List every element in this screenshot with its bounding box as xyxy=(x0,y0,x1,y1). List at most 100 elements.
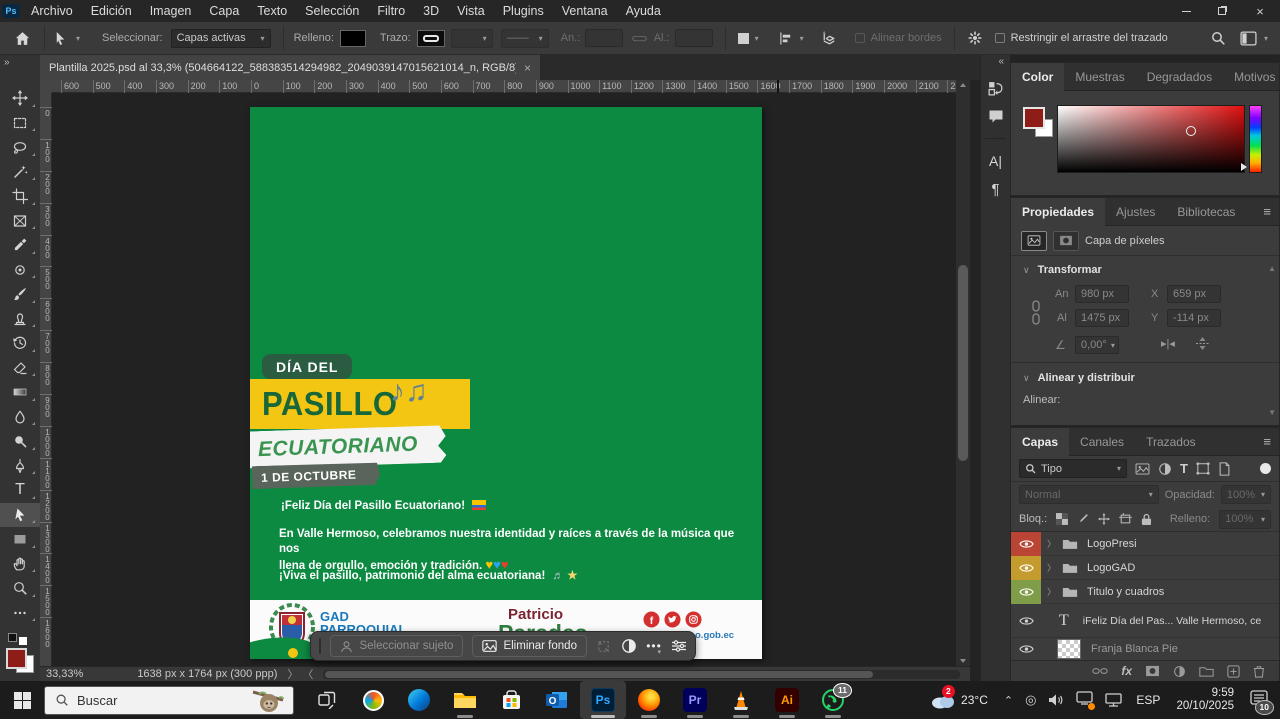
more-options-icon[interactable]: ••• ▾ xyxy=(646,639,662,653)
new-layer-icon[interactable] xyxy=(1227,665,1240,678)
tool-frame[interactable] xyxy=(0,209,40,234)
link-layers-icon[interactable] xyxy=(1092,666,1108,676)
panel-tab[interactable]: Ajustes xyxy=(1105,198,1166,226)
whatsapp-icon[interactable]: 11 xyxy=(810,681,856,719)
adjustments-icon[interactable] xyxy=(621,638,637,654)
fill-dropdown[interactable]: 100%▾ xyxy=(1219,510,1271,529)
menu-item[interactable]: Archivo xyxy=(22,4,82,18)
layer-row[interactable]: T iFeliz Día del Pas... Valle Hermoso, c… xyxy=(1011,604,1279,638)
dock-collapse-icon[interactable]: « xyxy=(981,55,1010,68)
document-tab[interactable]: Plantilla 2025.psd al 33,3% (504664122_5… xyxy=(40,55,540,80)
select-subject-button[interactable]: Seleccionar sujeto xyxy=(330,635,463,657)
tool-brush[interactable] xyxy=(0,282,40,307)
stroke-width-dropdown[interactable]: ▾ xyxy=(451,29,493,48)
tool-history-brush[interactable] xyxy=(0,331,40,356)
menu-item[interactable]: Selección xyxy=(296,4,368,18)
workspace-switcher-icon[interactable]: ▾ xyxy=(1240,31,1268,46)
link-dimensions-icon[interactable]: ⊂⊃ xyxy=(631,32,645,45)
outlook-icon[interactable]: O xyxy=(534,681,580,719)
layer-row[interactable]: 〉 Titulo y cuadros xyxy=(1011,580,1279,604)
transform-y-field[interactable]: -114 px xyxy=(1167,309,1221,327)
tool-zoom[interactable] xyxy=(0,576,40,601)
layer-visibility[interactable] xyxy=(1011,638,1041,660)
network-icon[interactable] xyxy=(1105,693,1122,707)
remove-background-button[interactable]: Eliminar fondo xyxy=(472,635,587,657)
drag-handle[interactable] xyxy=(319,638,321,654)
toolbar-collapse-icon[interactable]: » xyxy=(4,57,10,68)
layer-row[interactable]: 〉 LogoPresi xyxy=(1011,532,1279,556)
menu-item[interactable]: 3D xyxy=(414,4,448,18)
tool-spot-healing[interactable] xyxy=(0,258,40,283)
panel-tab[interactable]: Degradados xyxy=(1136,63,1223,91)
menu-item[interactable]: Vista xyxy=(448,4,494,18)
illustrator-icon[interactable]: Ai xyxy=(764,681,810,719)
panel-tab[interactable]: Canales xyxy=(1069,428,1135,456)
constrain-path-option[interactable]: Restringir el arrastre del trazado xyxy=(995,32,1168,44)
layer-filter-dropdown[interactable]: Tipo ▾ xyxy=(1019,459,1127,478)
horizontal-scrollbar[interactable] xyxy=(323,670,960,679)
gear-icon[interactable] xyxy=(967,30,983,46)
tool-eraser[interactable] xyxy=(0,356,40,381)
filter-adjustment-icon[interactable] xyxy=(1158,462,1172,476)
character-panel-icon[interactable]: A| xyxy=(981,147,1010,175)
tool-type[interactable]: T xyxy=(0,478,40,503)
filter-shape-icon[interactable] xyxy=(1196,462,1210,475)
horizontal-scroll-thumb[interactable] xyxy=(325,671,873,678)
tool-path-selection[interactable] xyxy=(0,503,40,528)
task-view-button[interactable] xyxy=(304,681,350,719)
zoom-level[interactable]: 33,33% xyxy=(46,668,83,680)
scroll-down-arrow[interactable] xyxy=(960,659,966,663)
menu-item[interactable]: Ventana xyxy=(553,4,617,18)
align-edges-option[interactable]: Alinear bordes xyxy=(855,32,942,44)
restore-button[interactable] xyxy=(1204,0,1240,22)
select-mode-dropdown[interactable]: Capas activas▾ xyxy=(171,29,271,48)
tool-preset-move[interactable]: ▾ xyxy=(45,31,88,46)
tool-blur[interactable] xyxy=(0,405,40,430)
group-expand-arrow[interactable]: 〉 xyxy=(1047,561,1056,574)
tool-rectangle[interactable] xyxy=(0,527,40,552)
filter-toggle[interactable] xyxy=(1260,463,1271,474)
tool-gradient[interactable] xyxy=(0,380,40,405)
tool-hand[interactable] xyxy=(0,552,40,577)
premiere-icon[interactable]: Pr xyxy=(672,681,718,719)
width-field[interactable] xyxy=(585,29,623,47)
tool-more-options[interactable] xyxy=(0,601,40,626)
scroll-up-arrow[interactable] xyxy=(960,83,966,87)
home-icon[interactable] xyxy=(0,30,44,47)
align-section-header[interactable]: ∨ Alinear y distribuir xyxy=(1023,372,1267,384)
pixel-layer-icon[interactable] xyxy=(1021,231,1047,251)
tab-close-icon[interactable]: × xyxy=(524,61,531,75)
layer-row[interactable]: Franja Blanca Pie xyxy=(1011,638,1279,660)
hue-slider[interactable] xyxy=(1249,105,1262,173)
group-expand-arrow[interactable]: 〉 xyxy=(1047,585,1056,598)
microsoft-store-icon[interactable] xyxy=(488,681,534,719)
foreground-swatch[interactable] xyxy=(1023,107,1045,129)
lock-all-icon[interactable] xyxy=(1141,513,1152,526)
flip-horizontal-icon[interactable]: ▸|◂ xyxy=(1161,337,1175,350)
menu-item[interactable]: Plugins xyxy=(494,4,553,18)
tool-clone-stamp[interactable] xyxy=(0,307,40,332)
menu-item[interactable]: Edición xyxy=(82,4,141,18)
flip-vertical-icon[interactable] xyxy=(1195,337,1210,350)
file-explorer-icon[interactable] xyxy=(442,681,488,719)
vlc-icon[interactable] xyxy=(718,681,764,719)
delete-layer-icon[interactable] xyxy=(1253,665,1265,678)
search-icon[interactable] xyxy=(1210,30,1226,46)
path-arrangement-icon[interactable] xyxy=(820,30,837,47)
panel-menu-icon[interactable]: ≡ xyxy=(1255,428,1279,455)
new-group-icon[interactable] xyxy=(1199,666,1214,677)
tool-dodge[interactable] xyxy=(0,429,40,454)
lock-transparent-icon[interactable] xyxy=(1056,513,1068,525)
layer-visibility[interactable] xyxy=(1011,604,1041,638)
lock-artboard-icon[interactable] xyxy=(1119,513,1132,525)
menu-item[interactable]: Texto xyxy=(248,4,296,18)
blend-mode-dropdown[interactable]: Normal▾ xyxy=(1019,485,1159,504)
taskbar-search-box[interactable]: Buscar xyxy=(44,686,294,715)
panel-tab[interactable]: Bibliotecas xyxy=(1166,198,1246,226)
layer-row[interactable]: 〉 LogoGAD xyxy=(1011,556,1279,580)
close-button[interactable]: × xyxy=(1240,0,1280,22)
clock[interactable]: 9:59 20/10/2025 xyxy=(1176,687,1234,713)
layer-visibility-yellow[interactable] xyxy=(1011,556,1041,580)
panel-tab[interactable]: Capas xyxy=(1011,428,1069,456)
paragraph-panel-icon[interactable]: ¶ xyxy=(981,175,1010,203)
